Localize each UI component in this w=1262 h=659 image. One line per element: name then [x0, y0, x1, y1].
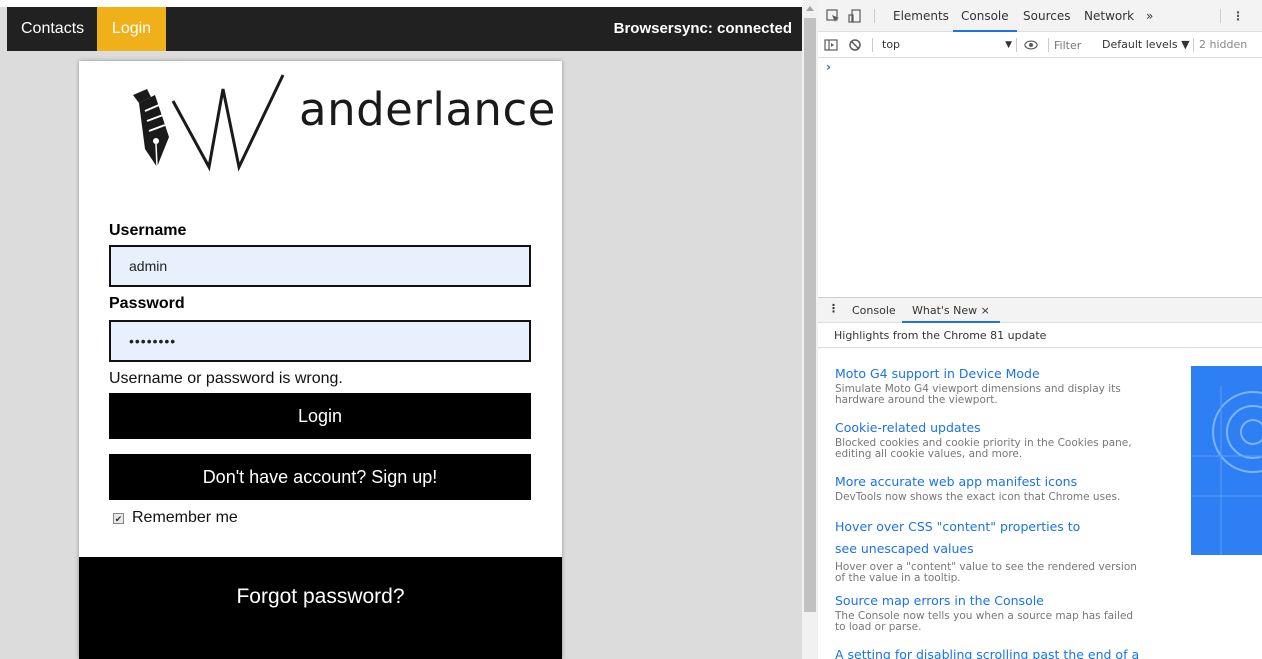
- navbar: Contacts Login Browsersync: connected: [7, 7, 802, 51]
- news-title[interactable]: Cookie-related updates: [835, 420, 1155, 436]
- news-item: Moto G4 support in Device Mode Simulate …: [835, 366, 1155, 406]
- viewport-top-gap: [0, 0, 802, 7]
- context-selector[interactable]: top ▼: [882, 38, 1012, 51]
- login-button[interactable]: Login: [109, 393, 531, 439]
- tab-console[interactable]: Console: [953, 0, 1017, 32]
- more-tabs-icon[interactable]: »: [1146, 0, 1153, 32]
- whats-new-highlights: Highlights from the Chrome 81 update: [834, 329, 1047, 342]
- scroll-up-arrow-icon[interactable]: [806, 6, 814, 11]
- tab-network[interactable]: Network: [1084, 0, 1134, 32]
- nav-contacts-link[interactable]: Contacts: [7, 7, 98, 51]
- forgot-password-link[interactable]: Forgot password?: [79, 585, 562, 609]
- forgot-password-section: Forgot password?: [79, 557, 562, 659]
- log-levels-dropdown[interactable]: Default levels ▼: [1102, 38, 1190, 51]
- toolbar-separator: [1220, 9, 1221, 23]
- live-expression-eye-icon[interactable]: [1024, 38, 1038, 52]
- toolbar-separator: [1193, 38, 1194, 52]
- drawer-menu-icon[interactable]: ⋮: [828, 302, 839, 315]
- news-title[interactable]: Moto G4 support in Device Mode: [835, 366, 1155, 382]
- remember-me[interactable]: ✔ Remember me: [113, 509, 238, 527]
- devtools-panel: Elements Console Sources Network » ⋮ top…: [818, 0, 1262, 659]
- username-label: Username: [109, 222, 187, 239]
- news-title[interactable]: More accurate web app manifest icons: [835, 474, 1155, 490]
- logo-text: anderlance: [299, 83, 556, 136]
- username-input[interactable]: [109, 245, 531, 287]
- drawer-tabbar: ⋮ Console What's New ×: [818, 297, 1262, 323]
- drawer-tab-console[interactable]: Console: [852, 304, 896, 317]
- login-card: anderlance Username Password Username or…: [79, 61, 562, 659]
- news-description: The Console now tells you when a source …: [835, 610, 1134, 633]
- toolbar-separator: [1016, 38, 1017, 52]
- toolbar-separator: [874, 9, 875, 23]
- news-title[interactable]: Hover over CSS "content" properties to s…: [835, 516, 1105, 560]
- app-viewport: Contacts Login Browsersync: connected an…: [0, 0, 802, 659]
- news-title[interactable]: A setting for disabling scrolling past t…: [835, 647, 1155, 659]
- drawer-tab-whats-new[interactable]: What's New ×: [902, 298, 1000, 323]
- toolbar-separator: [872, 38, 873, 52]
- whats-new-illustration: [1191, 366, 1262, 555]
- nav-login-link[interactable]: Login: [97, 7, 166, 51]
- chevron-down-icon: ▼: [1005, 40, 1012, 50]
- device-toolbar-icon[interactable]: [848, 9, 862, 23]
- wanderlance-logo: anderlance: [121, 71, 555, 189]
- devtools-menu-icon[interactable]: ⋮: [1231, 9, 1245, 23]
- news-description: Simulate Moto G4 viewport dimensions and…: [835, 383, 1121, 406]
- news-item: Hover over CSS "content" properties to s…: [835, 516, 1137, 584]
- clear-console-icon[interactable]: [848, 38, 862, 52]
- sidebar-toggle-icon[interactable]: [824, 38, 838, 52]
- tab-elements[interactable]: Elements: [893, 0, 949, 32]
- news-item: More accurate web app manifest icons Dev…: [835, 474, 1155, 503]
- toolbar-separator: [1048, 38, 1049, 52]
- browsersync-status: Browsersync: connected: [613, 20, 792, 37]
- hidden-messages-count: 2 hidden: [1199, 38, 1248, 51]
- news-item: Source map errors in the Console The Con…: [835, 593, 1155, 633]
- news-description: Hover over a "content" value to see the …: [835, 561, 1137, 584]
- signup-button[interactable]: Don't have account? Sign up!: [109, 454, 531, 500]
- page-scrollbar[interactable]: [802, 0, 818, 659]
- devtools-toolbar: Elements Console Sources Network » ⋮: [818, 0, 1262, 32]
- console-prompt[interactable]: ›: [826, 60, 831, 74]
- remember-me-checkbox[interactable]: ✔: [113, 512, 124, 524]
- news-title[interactable]: Source map errors in the Console: [835, 593, 1155, 609]
- tab-sources[interactable]: Sources: [1023, 0, 1070, 32]
- console-toolbar: top ▼ Default levels ▼ 2 hidden: [818, 32, 1262, 58]
- news-description: Blocked cookies and cookie priority in t…: [835, 437, 1132, 460]
- console-filter-input[interactable]: [1054, 36, 1094, 54]
- context-value: top: [882, 38, 901, 51]
- inspect-element-icon[interactable]: [826, 9, 840, 23]
- password-input[interactable]: [109, 320, 531, 362]
- news-item: A setting for disabling scrolling past t…: [835, 647, 1155, 659]
- login-error-message: Username or password is wrong.: [109, 370, 343, 387]
- remember-me-label: Remember me: [132, 509, 238, 526]
- news-description: DevTools now shows the exact icon that C…: [835, 491, 1121, 503]
- scrollbar-thumb[interactable]: [804, 18, 816, 612]
- news-item: Cookie-related updates Blocked cookies a…: [835, 420, 1155, 460]
- drawer-tab-whats-new-label: What's New: [912, 304, 978, 317]
- password-label: Password: [109, 295, 185, 312]
- close-icon[interactable]: ×: [981, 304, 990, 317]
